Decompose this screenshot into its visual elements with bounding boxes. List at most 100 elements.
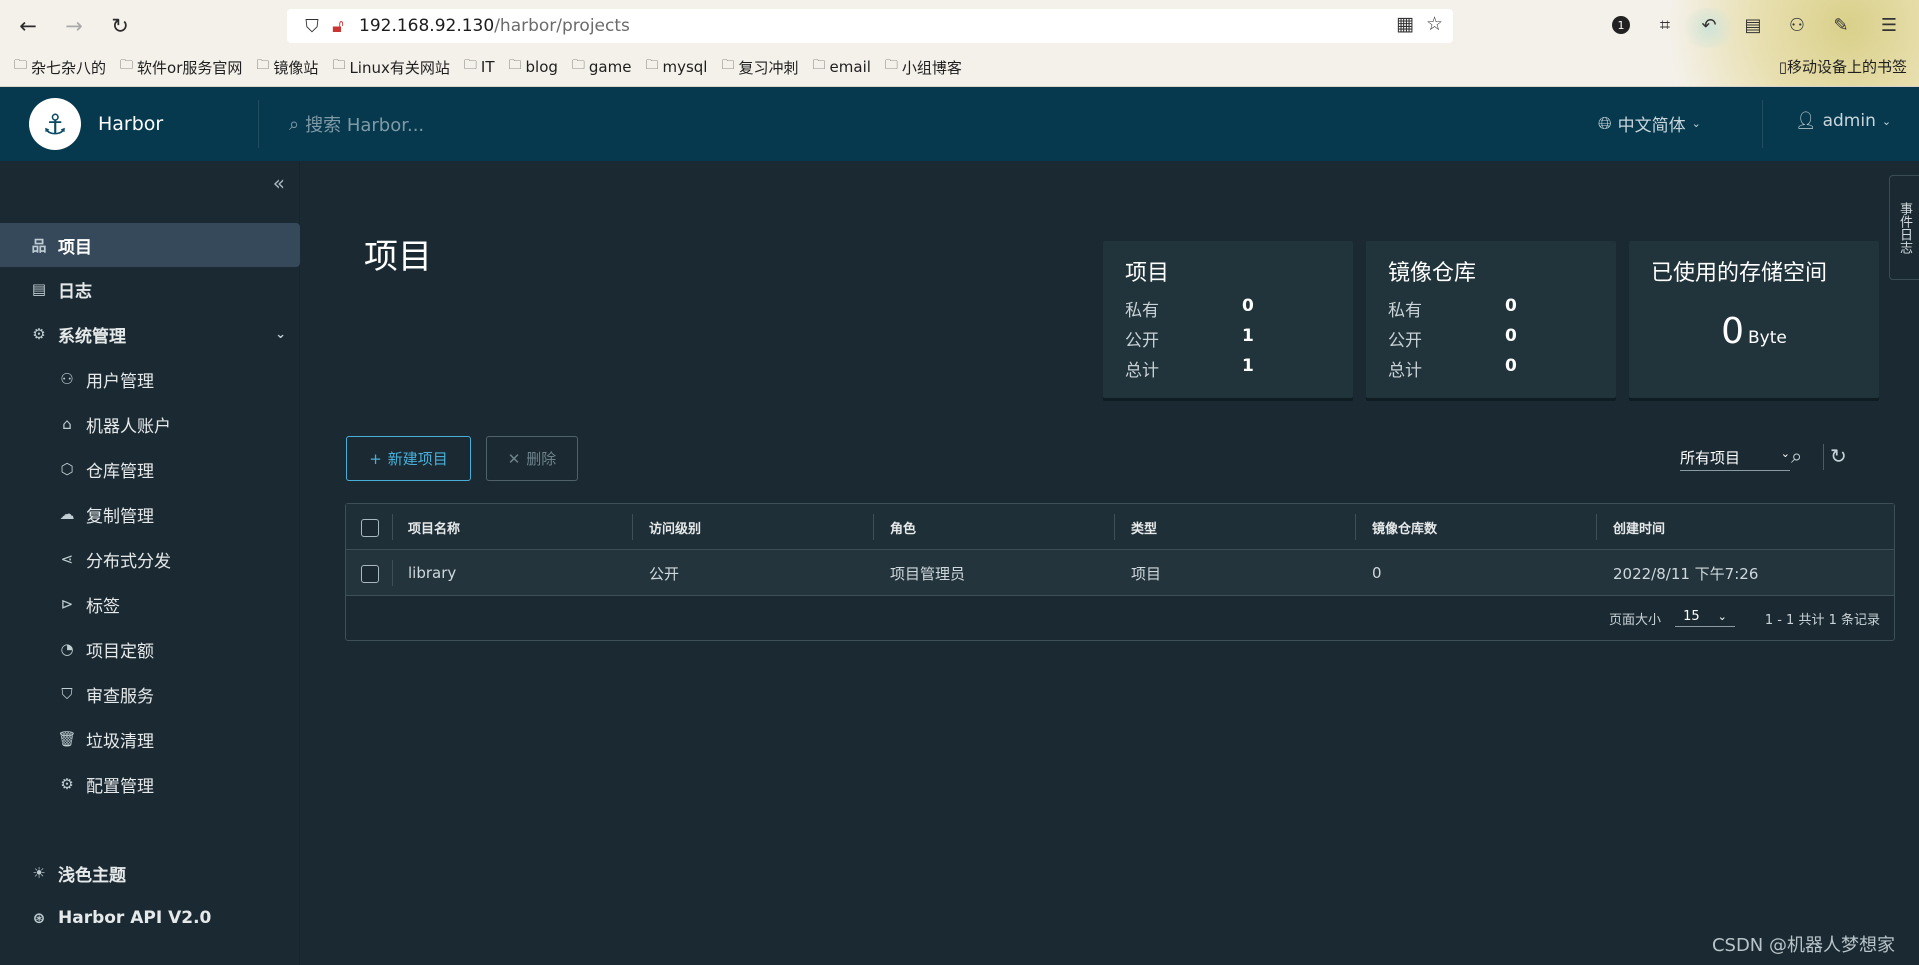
- repos-summary-card: 镜像仓库 私有 0 公开 0 总计 0: [1366, 241, 1616, 398]
- chevron-down-icon: ⌄: [1780, 447, 1790, 460]
- robot-icon: ⌂: [62, 415, 72, 433]
- bookmark-folder[interactable]: 🗀 Linux有关网站: [332, 56, 449, 78]
- project-filter-select[interactable]: 所有项目 ⌄: [1680, 447, 1790, 471]
- summary-row: 私有 0: [1125, 296, 1254, 321]
- close-icon: ✕: [507, 449, 521, 468]
- folder-icon: 🗀: [884, 58, 898, 73]
- bookmark-folder[interactable]: 🗀 game: [572, 56, 632, 78]
- url-host: 192.168.92.130: [359, 16, 495, 36]
- bookmark-folder[interactable]: 🗀 软件or服务官网: [120, 56, 242, 78]
- chevron-down-icon: ⌄: [1881, 114, 1892, 128]
- column-header[interactable]: 访问级别: [649, 504, 701, 550]
- role: 项目管理员: [890, 564, 966, 583]
- admin-icon: ⚙: [32, 325, 46, 343]
- shield-icon[interactable]: ⛉: [299, 13, 325, 39]
- main-content: 项目 项目 私有 0 公开 1 总计 1 镜像仓库 私有 0 公开 0 总计 0 已使用的存…: [300, 161, 1919, 965]
- select-all-checkbox[interactable]: [361, 519, 379, 537]
- sidebar-item-labels[interactable]: ⊳ 标签: [0, 582, 300, 626]
- user-icon: 👤︎: [1795, 111, 1817, 131]
- search-icon[interactable]: ⌕: [1791, 444, 1802, 468]
- users-icon: ⚇: [60, 370, 74, 388]
- harbor-logo-icon[interactable]: ⚓: [29, 98, 81, 150]
- extension-badge[interactable]: 1: [1608, 12, 1634, 38]
- reload-icon[interactable]: ↻: [106, 12, 134, 40]
- language-selector[interactable]: 🌐︎ 中文简体 ⌄: [1598, 111, 1701, 137]
- event-log-tab[interactable]: 事件日志: [1889, 175, 1919, 280]
- sidebar-item-gc[interactable]: 🗑︎ 垃圾清理: [0, 717, 300, 761]
- undo-icon[interactable]: ↶: [1696, 12, 1722, 38]
- search-input[interactable]: 搜索 Harbor...: [305, 111, 424, 137]
- pen-icon[interactable]: ✎: [1828, 12, 1854, 38]
- table-footer: 页面大小 15 ⌄ 1 - 1 共计 1 条记录: [346, 596, 1894, 640]
- bookmark-folder[interactable]: 🗀 小组博客: [885, 56, 962, 78]
- brand-name[interactable]: Harbor: [98, 113, 258, 135]
- summary-row: 公开 1: [1125, 326, 1254, 351]
- bookmark-folder[interactable]: 🗀 杂七杂八的: [14, 56, 106, 78]
- qr-code-icon[interactable]: ▦: [1396, 13, 1414, 35]
- delete-button[interactable]: ✕ 删除: [486, 436, 578, 481]
- api-explorer-link[interactable]: ⊛ Harbor API V2.0: [0, 896, 300, 940]
- bookmark-folder[interactable]: 🗀 镜像站: [256, 56, 318, 78]
- repo-count: 0: [1372, 564, 1382, 582]
- crop-icon[interactable]: ⌗: [1652, 12, 1678, 38]
- sidebar-item-projects[interactable]: 品项目: [0, 223, 300, 267]
- theme-toggle[interactable]: ☀ 浅色主题: [0, 851, 300, 895]
- app-header: ⚓ Harbor ⌕ 搜索 Harbor... 🌐︎ 中文简体 ⌄ 👤︎ adm…: [0, 87, 1919, 161]
- sidebar-item-replications[interactable]: ☁ 复制管理: [0, 492, 300, 536]
- column-header[interactable]: 创建时间: [1613, 504, 1665, 550]
- sidebar-item-robot-accounts[interactable]: ⌂ 机器人账户: [0, 402, 300, 446]
- bookmark-folder[interactable]: 🗀 blog: [508, 56, 557, 78]
- sidebar-item-administration[interactable]: ⚙ 系统管理 ⌄: [0, 312, 300, 356]
- pagination-info: 1 - 1 共计 1 条记录: [1764, 612, 1880, 628]
- projects-table: 项目名称 访问级别 角色 类型 镜像仓库数 创建时间 library 公开 项目…: [345, 503, 1895, 641]
- gear-icon: ⚙: [60, 775, 74, 793]
- column-header[interactable]: 类型: [1131, 504, 1157, 550]
- folder-icon: 🗀: [120, 58, 134, 73]
- sidebar-item-interrogation[interactable]: ⛉ 审查服务: [0, 672, 300, 716]
- sidebar-item-users[interactable]: ⚇ 用户管理: [0, 357, 300, 401]
- bookmark-star-icon[interactable]: ☆: [1426, 13, 1443, 35]
- sidebar-item-quotas[interactable]: ◔ 项目定额: [0, 627, 300, 671]
- project-icon: 品: [31, 236, 47, 255]
- back-icon[interactable]: ←: [14, 12, 42, 40]
- new-project-button[interactable]: + 新建项目: [346, 436, 471, 481]
- projects-summary-card: 项目 私有 0 公开 1 总计 1: [1103, 241, 1353, 398]
- page-size-select[interactable]: 15 ⌄: [1675, 609, 1735, 627]
- user-menu[interactable]: 👤︎ admin ⌄: [1795, 111, 1891, 131]
- table-row[interactable]: library 公开 项目管理员 项目 0 2022/8/11 下午7:26: [346, 550, 1894, 596]
- sidebar-item-logs[interactable]: ▤ 日志: [0, 267, 300, 311]
- collapse-sidebar-icon[interactable]: «: [273, 171, 285, 195]
- sidebar-item-registries[interactable]: ⬡ 仓库管理: [0, 447, 300, 491]
- chevron-down-icon: ⌄: [275, 326, 286, 342]
- sidebar-item-distributions[interactable]: ⋖ 分布式分发: [0, 537, 300, 581]
- row-checkbox[interactable]: [361, 565, 379, 583]
- url-bar[interactable]: ⛉ 🔓︎ 192.168.92.130 /harbor/projects ▦ ☆: [287, 9, 1453, 43]
- storage-summary-card: 已使用的存储空间 0 Byte: [1629, 241, 1879, 398]
- folder-icon: 🗀: [812, 58, 826, 73]
- project-name-link[interactable]: library: [408, 550, 456, 596]
- bookmark-folder[interactable]: 🗀 IT: [464, 56, 495, 78]
- bookmark-folder[interactable]: 🗀 mysql: [645, 56, 707, 78]
- phone-icon: ▯: [1778, 58, 1787, 76]
- bookmark-folder[interactable]: 🗀 复习冲刺: [721, 56, 798, 78]
- folder-icon: 🗀: [645, 58, 659, 73]
- globe-icon: 🌐︎: [1598, 113, 1612, 134]
- column-header[interactable]: 角色: [890, 504, 916, 550]
- menu-icon[interactable]: ☰: [1876, 12, 1902, 38]
- mobile-bookmarks[interactable]: ▯移动设备上的书签: [1779, 56, 1907, 77]
- insecure-lock-icon[interactable]: 🔓︎: [325, 13, 351, 39]
- column-header[interactable]: 镜像仓库数: [1372, 504, 1437, 550]
- refresh-icon[interactable]: ↻: [1830, 444, 1847, 468]
- sidebar: « 品项目 ▤ 日志 ⚙ 系统管理 ⌄ ⚇ 用户管理 ⌂ 机器人账户 ⬡ 仓库管理 ☁ 复制管…: [0, 161, 300, 965]
- bookmark-folder[interactable]: 🗀 email: [813, 56, 871, 78]
- reader-icon[interactable]: ▤: [1740, 12, 1766, 38]
- page-title: 项目: [364, 237, 432, 277]
- forward-icon[interactable]: →: [60, 12, 88, 40]
- watermark: CSDN @机器人梦想家: [1711, 935, 1895, 956]
- registry-icon: ⬡: [60, 460, 74, 478]
- access-level: 公开: [649, 564, 680, 583]
- global-search[interactable]: ⌕ 搜索 Harbor...: [289, 111, 424, 137]
- glasses-icon[interactable]: ⚇: [1784, 12, 1810, 38]
- sidebar-item-configuration[interactable]: ⚙ 配置管理: [0, 762, 300, 806]
- column-header[interactable]: 项目名称: [408, 504, 460, 550]
